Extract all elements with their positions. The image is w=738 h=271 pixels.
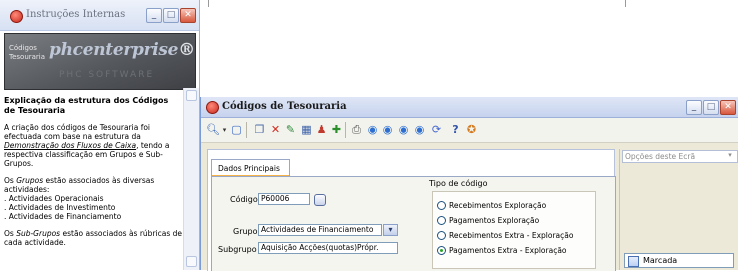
marcada-checkbox[interactable]: Marcada: [624, 253, 734, 268]
new-record-icon[interactable]: ▢: [230, 123, 243, 137]
p2-italic: Grupos: [16, 176, 44, 185]
separator-tick: [208, 0, 209, 7]
codigo-field[interactable]: P60006: [258, 193, 310, 205]
codigo-label: Código: [230, 195, 258, 204]
help-content: Explicação da estrutura dos Códigos de T…: [4, 96, 182, 270]
last-record-icon[interactable]: ◉: [413, 123, 426, 137]
scroll-down-arrow-icon[interactable]: [186, 256, 197, 267]
list-item: . Actividades de Financiamento: [4, 212, 122, 221]
copy-icon[interactable]: ❐: [253, 123, 266, 137]
maximize-icon: □: [166, 10, 176, 20]
help-paragraph-1: A criação dos códigos de Tesouraria foi …: [4, 123, 182, 168]
options-dropdown-arrow-icon[interactable]: ▾: [724, 151, 736, 161]
radio-label: Recebimentos Exploração: [449, 201, 547, 210]
minimize-icon: _: [151, 10, 157, 20]
app-icon: [10, 10, 23, 23]
tipo-codigo-label: Tipo de código: [429, 179, 488, 188]
options-panel: Opções deste Ecrã ▾ Marcada: [619, 149, 738, 270]
grupo-label: Grupo: [233, 227, 258, 236]
tools-icon[interactable]: ✚: [330, 123, 343, 137]
phc-logo: phcenterprise®: [49, 40, 195, 60]
toolbar-separator: [246, 122, 247, 138]
info-icon[interactable]: ✪: [465, 123, 478, 137]
grupo-dropdown-button[interactable]: ▾: [383, 224, 398, 236]
subgrupo-field[interactable]: Aquisição Acções(quotas)Própr.: [258, 242, 398, 254]
main-toolbar: 🔍︎ ▾ ▢ ❐ ✕ ✎ ▦ ♟ ✚ ⎙ ◉ ◉ ◉ ◉ ⟳ ? ✪: [201, 118, 738, 143]
subgrupo-label: Subgrupo: [218, 245, 257, 254]
close-icon: ✕: [184, 10, 192, 20]
app-icon: [206, 101, 219, 114]
marcada-label: Marcada: [643, 256, 678, 265]
grupo-select[interactable]: Actividades de Financiamento: [258, 224, 382, 236]
banner-label-line2: Tesouraria: [9, 53, 46, 61]
help-scrollbar[interactable]: [183, 88, 199, 270]
banner-watermark: PHC SOFTWARE: [59, 70, 155, 80]
options-dropdown[interactable]: Opções deste Ecrã: [622, 150, 738, 163]
logo-text: phcenterprise: [49, 40, 179, 60]
grid-icon[interactable]: ▦: [300, 123, 313, 137]
codigo-lookup-button[interactable]: [314, 194, 326, 206]
main-title-bar[interactable]: Códigos de Tesouraria _ □ ✕: [201, 97, 738, 118]
minimize-button[interactable]: _: [146, 8, 162, 23]
fluxos-caixa-link[interactable]: Demonstração dos Fluxos de Caixa: [4, 141, 136, 150]
radio-button[interactable]: [437, 231, 446, 240]
radio-label: Recebimentos Extra - Exploração: [449, 231, 574, 240]
help-window-title: Instruções Internas: [26, 9, 126, 20]
close-button[interactable]: ✕: [180, 8, 196, 23]
help-title-bar[interactable]: Instruções Internas _ □ ✕: [0, 0, 199, 31]
help-paragraph-2: Os Grupos estão associados às diversas a…: [4, 176, 182, 221]
radio-button[interactable]: [437, 201, 446, 210]
list-item: . Actividades de Investimento: [4, 203, 116, 212]
main-window: Códigos de Tesouraria _ □ ✕ 🔍︎ ▾ ▢ ❐ ✕ ✎…: [200, 97, 738, 271]
radio-label: Pagamentos Extra - Exploração: [449, 246, 567, 255]
help-window: Instruções Internas _ □ ✕ Códigos Tesour…: [0, 0, 200, 270]
radio-label: Pagamentos Exploração: [449, 216, 540, 225]
previous-record-icon[interactable]: ◉: [381, 123, 394, 137]
scroll-up-arrow-icon[interactable]: [186, 90, 197, 101]
users-icon[interactable]: ♟: [315, 123, 328, 137]
minimize-button[interactable]: _: [686, 100, 702, 115]
maximize-icon: □: [706, 102, 716, 112]
banner-label: Códigos Tesouraria: [9, 44, 45, 62]
tab-dados-principais[interactable]: Dados Principais: [211, 159, 290, 177]
delete-icon[interactable]: ✕: [269, 123, 282, 137]
toolbar-separator: [345, 122, 346, 138]
list-item: . Actividades Operacionais: [4, 194, 104, 203]
radio-button-selected[interactable]: [437, 246, 446, 255]
help-paragraph-3: Os Sub-Grupos estão associados às rúbric…: [4, 229, 182, 247]
tab-panel: Código P60006 Grupo Actividades de Finan…: [211, 176, 616, 271]
next-record-icon[interactable]: ◉: [397, 123, 410, 137]
p3-prefix: Os: [4, 229, 17, 238]
checkbox-icon[interactable]: [628, 256, 639, 267]
edit-icon[interactable]: ✎: [284, 123, 297, 137]
refresh-icon[interactable]: ⟳: [430, 123, 443, 137]
tab-label: Dados Principais: [218, 164, 280, 173]
main-window-title: Códigos de Tesouraria: [222, 101, 347, 112]
radio-button[interactable]: [437, 216, 446, 225]
minimize-icon: _: [691, 102, 697, 112]
first-record-icon[interactable]: ◉: [366, 123, 379, 137]
p2-prefix: Os: [4, 176, 17, 185]
close-icon: ✕: [724, 102, 732, 112]
close-button[interactable]: ✕: [720, 100, 736, 115]
separator-tick: [625, 0, 626, 7]
print-preview-icon[interactable]: ⎙: [350, 123, 363, 137]
p3-italic: Sub-Grupos: [16, 229, 61, 238]
help-heading: Explicação da estrutura dos Códigos de T…: [4, 96, 169, 115]
banner-label-line1: Códigos: [9, 44, 37, 52]
help-banner: Códigos Tesouraria phcenterprise® PHC SO…: [4, 33, 196, 90]
maximize-button[interactable]: □: [703, 100, 719, 115]
help-icon[interactable]: ?: [449, 123, 462, 137]
maximize-button[interactable]: □: [163, 8, 179, 23]
p1-text: A criação dos códigos de Tesouraria foi …: [4, 123, 151, 141]
